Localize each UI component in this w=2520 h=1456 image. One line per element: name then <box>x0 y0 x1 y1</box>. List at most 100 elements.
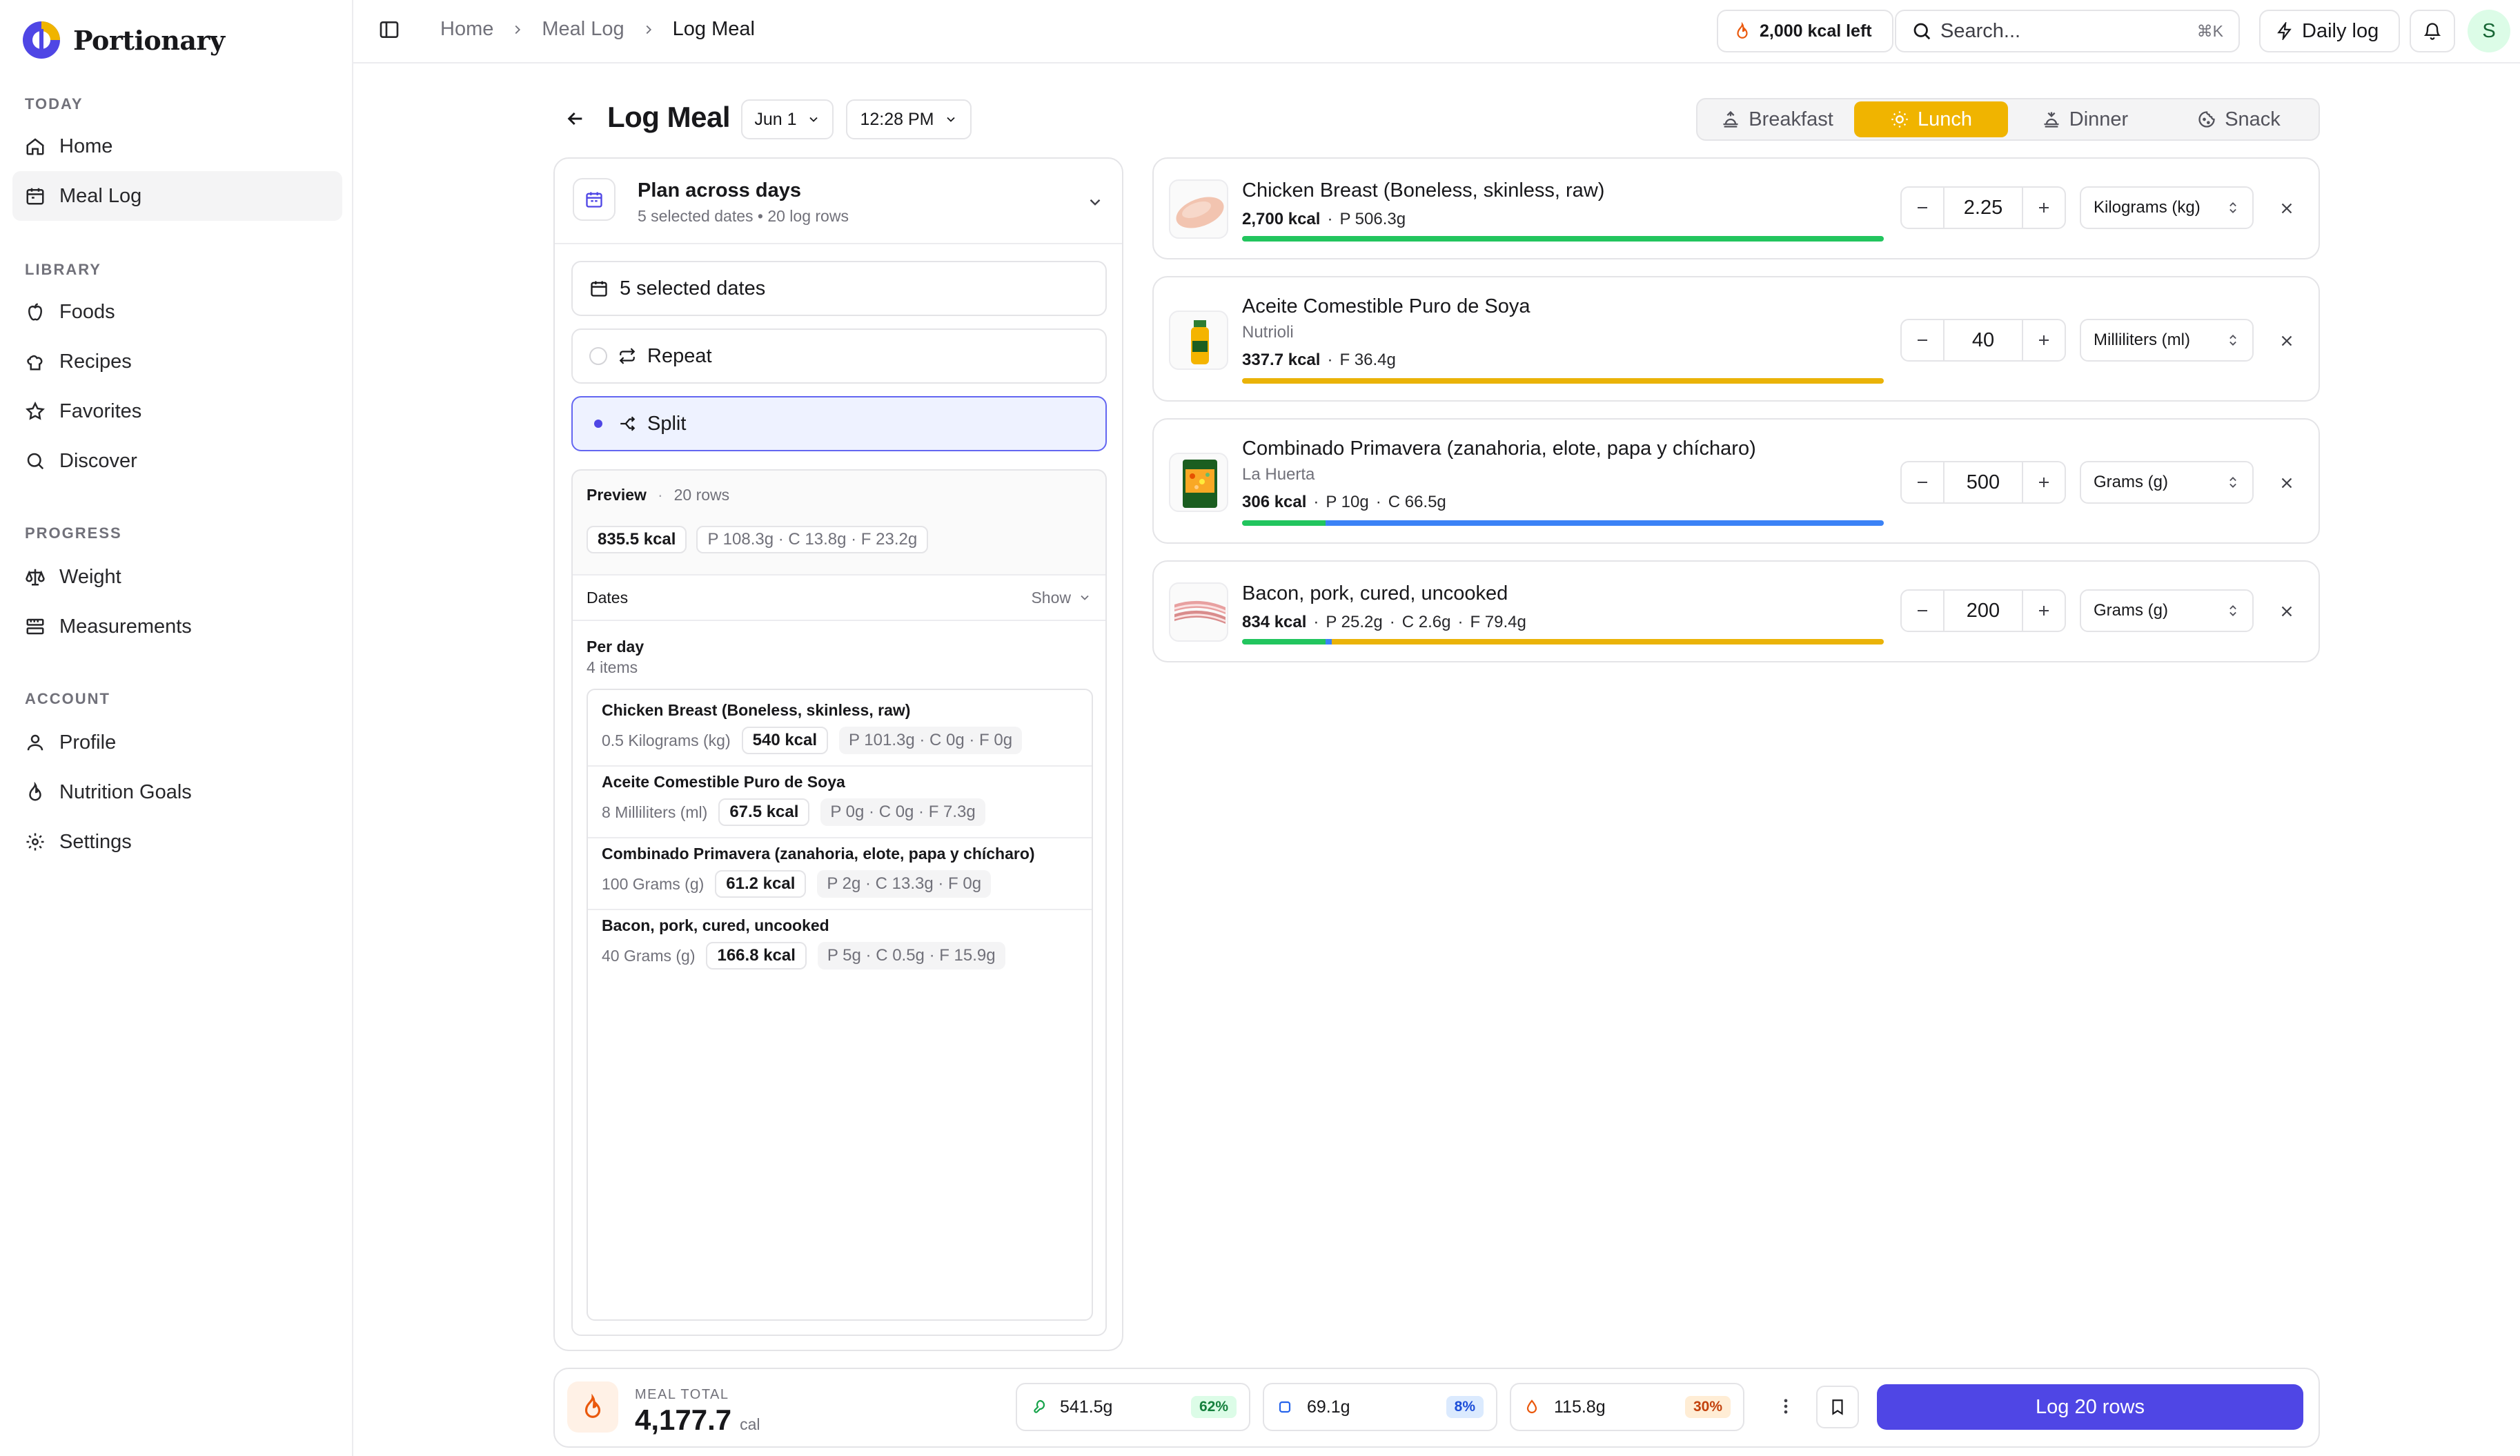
plan-header[interactable]: Plan across days 5 selected dates • 20 l… <box>555 159 1122 244</box>
food-macros: 2,700 kcal · P 506.3g <box>1242 210 1406 228</box>
item-macros: P 101.3g · C 0g · F 0g <box>839 727 1023 754</box>
sidebar-item-home[interactable]: Home <box>12 121 342 171</box>
search-placeholder: Search... <box>1940 19 2021 42</box>
chevron-down-icon[interactable] <box>1086 193 1104 211</box>
daily-log-label: Daily log <box>2302 19 2379 42</box>
tab-breakfast[interactable]: Breakfast <box>1700 101 1854 137</box>
search-input[interactable]: Search... ⌘K <box>1895 10 2240 52</box>
increment-button[interactable] <box>2023 591 2065 631</box>
avatar[interactable]: S <box>2468 10 2510 52</box>
sidebar-item-measurements[interactable]: Measurements <box>12 602 342 651</box>
decrement-button[interactable] <box>1902 591 1943 631</box>
daily-log-button[interactable]: Daily log <box>2259 10 2400 52</box>
sidebar-item-favorites[interactable]: Favorites <box>12 386 342 436</box>
sidebar-item-discover[interactable]: Discover <box>12 436 342 486</box>
quantity-input[interactable]: 2.25 <box>1943 188 2023 228</box>
topbar: Home Meal Log Log Meal 2,000 kcal left S… <box>353 0 2520 63</box>
repeat-option[interactable]: Repeat <box>571 328 1107 384</box>
calendar-icon <box>586 192 602 208</box>
notifications-button[interactable] <box>2410 10 2455 52</box>
minus-icon <box>1918 482 1927 483</box>
plus-icon <box>2039 606 2049 616</box>
remove-food-button[interactable] <box>2273 598 2301 625</box>
sidebar-item-settings[interactable]: Settings <box>12 817 342 867</box>
back-button[interactable] <box>564 108 587 130</box>
repeat-radio[interactable] <box>589 347 607 365</box>
decrement-button[interactable] <box>1902 462 1943 502</box>
sidebar-item-label: Profile <box>59 731 117 754</box>
quantity-input[interactable]: 500 <box>1943 462 2023 502</box>
brand[interactable]: Portionary <box>21 19 225 61</box>
decrement-button[interactable] <box>1902 320 1943 360</box>
kcal-left-badge[interactable]: 2,000 kcal left <box>1717 10 1893 52</box>
remove-food-button[interactable] <box>2273 469 2301 497</box>
tab-snack[interactable]: Snack <box>2162 101 2316 137</box>
unit-select[interactable]: Kilograms (kg) <box>2080 186 2254 229</box>
droplet-icon <box>1526 1399 1537 1414</box>
increment-button[interactable] <box>2023 462 2065 502</box>
split-radio[interactable] <box>589 415 607 433</box>
protein-segment <box>1242 236 1884 242</box>
sidebar-item-label: Favorites <box>59 400 142 422</box>
sidebar-item-foods[interactable]: Foods <box>12 287 342 337</box>
sidebar-item-meal-log[interactable]: Meal Log <box>12 171 342 221</box>
fat-segment <box>1332 639 1884 645</box>
increment-button[interactable] <box>2023 320 2065 360</box>
decrement-button[interactable] <box>1902 188 1943 228</box>
food-image <box>1169 582 1228 642</box>
unit-select[interactable]: Milliliters (ml) <box>2080 319 2254 362</box>
quantity-input[interactable]: 40 <box>1943 320 2023 360</box>
meal-total-badge <box>567 1381 618 1433</box>
sidebar-item-recipes[interactable]: Recipes <box>12 337 342 386</box>
sidebar-item-nutrition-goals[interactable]: Nutrition Goals <box>12 767 342 817</box>
per-day-section: Per day 4 items Chicken Breast (Boneless… <box>573 621 1105 1335</box>
food-kcal: 306 kcal <box>1242 493 1307 511</box>
food-kcal: 337.7 kcal <box>1242 351 1321 369</box>
macro-bar <box>1242 520 1884 526</box>
tab-lunch[interactable]: Lunch <box>1854 101 2008 137</box>
increment-button[interactable] <box>2023 188 2065 228</box>
save-template-button[interactable] <box>1816 1386 1859 1428</box>
date-picker[interactable]: Jun 1 <box>741 99 834 139</box>
fat-total: 115.8g 30% <box>1510 1383 1744 1431</box>
more-options-button[interactable] <box>1772 1393 1800 1420</box>
breadcrumb-meal-log[interactable]: Meal Log <box>542 18 624 41</box>
sidebar-item-profile[interactable]: Profile <box>12 718 342 767</box>
dates-show-toggle[interactable]: Show <box>1031 589 1092 607</box>
meal-total: 4,177.7 cal <box>635 1404 760 1437</box>
food-image <box>1169 311 1228 370</box>
food-image <box>1169 453 1228 512</box>
item-kcal: 61.2 kcal <box>715 870 807 898</box>
split-option[interactable]: Split <box>571 396 1107 451</box>
preview-label: Preview <box>587 486 647 504</box>
log-rows-button[interactable]: Log 20 rows <box>1877 1384 2303 1430</box>
selected-dates-label: 5 selected dates <box>620 277 766 299</box>
nav-section-library: LIBRARY <box>25 261 101 278</box>
carbs-total: 69.1g 8% <box>1263 1383 1497 1431</box>
food-card-oil: Aceite Comestible Puro de Soya Nutrioli … <box>1152 276 2320 402</box>
chevron-down-icon <box>946 117 955 122</box>
sidebar-item-weight[interactable]: Weight <box>12 552 342 602</box>
food-kcal: 2,700 kcal <box>1242 210 1321 228</box>
selected-dates-button[interactable]: 5 selected dates <box>571 261 1107 316</box>
carb-segment <box>1325 520 1884 526</box>
remove-food-button[interactable] <box>2273 327 2301 355</box>
food-protein: P 10g <box>1326 493 1369 511</box>
search-shortcut: ⌘K <box>2196 21 2223 40</box>
tab-dinner[interactable]: Dinner <box>2008 101 2162 137</box>
time-picker[interactable]: 12:28 PM <box>846 99 972 139</box>
remove-food-button[interactable] <box>2273 195 2301 222</box>
food-image <box>1169 179 1228 239</box>
breadcrumb-home[interactable]: Home <box>440 18 493 41</box>
page-title: Log Meal <box>607 101 731 133</box>
protein-value: 541.5g <box>1060 1397 1113 1417</box>
sunset-icon <box>2044 112 2059 128</box>
split-icon <box>620 416 636 431</box>
unit-select[interactable]: Grams (g) <box>2080 589 2254 632</box>
dates-label: Dates <box>587 588 629 607</box>
sidebar-toggle-icon[interactable] <box>378 19 400 41</box>
unit-select[interactable]: Grams (g) <box>2080 461 2254 504</box>
protein-pct: 62% <box>1190 1396 1237 1418</box>
preview-separator: · <box>657 486 663 504</box>
quantity-input[interactable]: 200 <box>1943 591 2023 631</box>
